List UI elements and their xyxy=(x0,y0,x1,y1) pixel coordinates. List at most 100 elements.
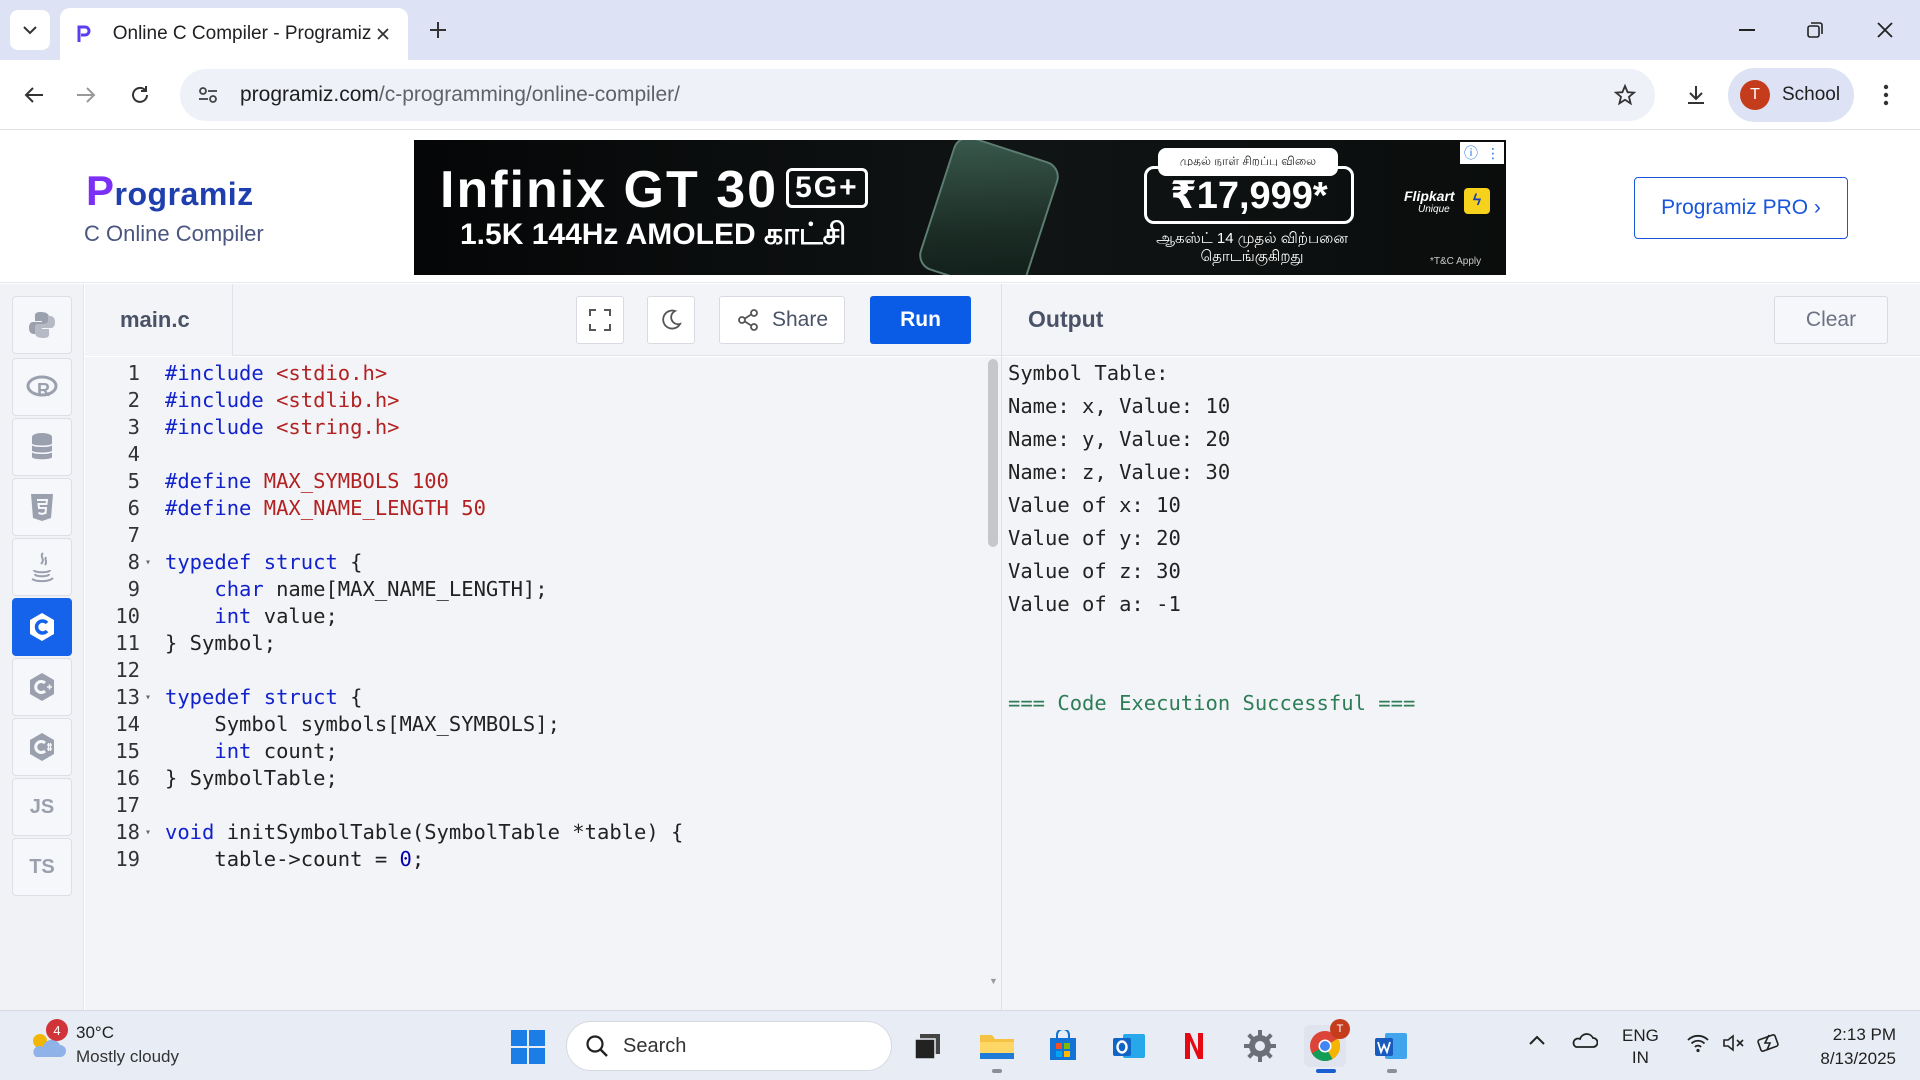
editor-scrollbar[interactable] xyxy=(988,359,998,547)
windows-taskbar: 4 30°C Mostly cloudy Search T ENG IN 2:1… xyxy=(0,1010,1920,1080)
download-icon xyxy=(1688,86,1704,104)
sidebar-item-cpp[interactable] xyxy=(12,658,72,716)
task-view-button[interactable] xyxy=(907,1025,949,1067)
c-language-icon xyxy=(30,613,54,641)
tab-title: Online C Compiler - Programiz xyxy=(112,23,372,44)
weather-temperature[interactable]: 30°C xyxy=(76,1023,114,1043)
r-language-icon: R xyxy=(26,375,58,400)
reload-button[interactable] xyxy=(120,75,160,115)
moon-icon xyxy=(662,309,682,330)
sidebar-item-r[interactable]: R xyxy=(12,358,72,416)
advertisement-banner[interactable]: Infinix GT 30 5G+ 1.5K 144Hz AMOLED காட்ச… xyxy=(414,140,1506,275)
ad-info-icon[interactable]: ⓘ xyxy=(1464,143,1478,163)
word-button[interactable] xyxy=(1370,1025,1412,1067)
address-bar[interactable]: programiz.com/c-programming/online-compi… xyxy=(180,69,1655,121)
sidebar-item-js[interactable]: JS xyxy=(12,778,72,836)
code-editor[interactable]: 1 #include <stdio.h> 2 #include <stdlib.h>… xyxy=(85,357,1001,1010)
output-line: Value of y: 20 xyxy=(1008,526,1181,550)
netflix-button[interactable] xyxy=(1173,1025,1215,1067)
gear-icon xyxy=(1244,1030,1276,1062)
bookmark-star-icon[interactable] xyxy=(1609,79,1641,111)
sidebar-item-c[interactable] xyxy=(12,598,72,656)
language-code: ENG xyxy=(1622,1026,1659,1045)
windows-logo-icon xyxy=(511,1030,545,1064)
chevron-up-icon xyxy=(1529,1035,1545,1045)
url-host: programiz.com xyxy=(240,83,379,106)
sidebar-item-java[interactable] xyxy=(12,538,72,596)
ts-label: TS xyxy=(29,855,55,878)
execution-status: === Code Execution Successful === xyxy=(1008,691,1416,715)
flipkart-logo-icon: ϟ xyxy=(1464,188,1490,214)
microsoft-store-button[interactable] xyxy=(1042,1025,1084,1067)
browser-tab-active[interactable]: Online C Compiler - Programiz xyxy=(60,8,408,60)
input-language-indicator[interactable]: ENG IN xyxy=(1622,1025,1659,1069)
share-icon xyxy=(738,309,758,331)
dark-mode-button[interactable] xyxy=(647,296,695,344)
file-tab[interactable]: main.c xyxy=(85,284,233,356)
browser-tab-strip: Online C Compiler - Programiz xyxy=(0,0,1920,60)
ad-menu-icon[interactable]: ⋮ xyxy=(1486,145,1500,162)
wifi-icon[interactable] xyxy=(1686,1033,1710,1058)
fullscreen-icon xyxy=(589,309,611,331)
ad-info-icons[interactable]: ⓘ ⋮ xyxy=(1460,142,1504,164)
run-button[interactable]: Run xyxy=(870,296,971,344)
js-label: JS xyxy=(29,795,55,818)
language-sidebar: R JS TS xyxy=(0,284,84,1010)
code-token: <stdlib.h> xyxy=(263,388,400,412)
sidebar-item-csharp[interactable] xyxy=(12,718,72,776)
scroll-down-arrow-icon[interactable]: ▼ xyxy=(989,976,998,986)
share-button[interactable]: Share xyxy=(719,296,845,344)
outlook-button[interactable] xyxy=(1108,1025,1150,1067)
volume-muted-icon[interactable] xyxy=(1722,1033,1746,1058)
clear-button[interactable]: Clear xyxy=(1774,296,1888,344)
downloads-button[interactable] xyxy=(1676,75,1716,115)
show-hidden-icons-button[interactable] xyxy=(1528,1031,1546,1051)
browser-menu-button[interactable] xyxy=(1866,75,1906,115)
store-icon xyxy=(1050,1030,1076,1060)
ad-subtitle: 1.5K 144Hz AMOLED காட்சி xyxy=(460,218,847,251)
outlook-icon xyxy=(1113,1034,1145,1058)
sidebar-item-python[interactable] xyxy=(12,296,72,354)
editor-toolbar: main.c Share Run xyxy=(85,284,1001,356)
code-token: <string.h> xyxy=(263,415,400,439)
settings-button[interactable] xyxy=(1239,1025,1281,1067)
restore-button[interactable] xyxy=(1792,12,1838,48)
code-token: ; xyxy=(411,847,425,871)
ad-title: Infinix GT 30 5G+ xyxy=(440,160,868,220)
close-tab-icon[interactable] xyxy=(371,22,394,46)
battery-charging-icon[interactable] xyxy=(1756,1031,1782,1058)
sidebar-item-ts[interactable]: TS xyxy=(12,838,72,896)
taskbar-search[interactable]: Search xyxy=(566,1021,892,1071)
code-text: table->count = 0; xyxy=(165,843,424,876)
system-clock[interactable]: 2:13 PM 8/13/2025 xyxy=(1800,1023,1896,1071)
output-console[interactable]: Symbol Table: Name: x, Value: 10 Name: y… xyxy=(1002,357,1920,1010)
tab-search-button[interactable] xyxy=(10,10,50,50)
programiz-pro-button[interactable]: Programiz PRO › xyxy=(1634,177,1848,239)
sidebar-item-html[interactable] xyxy=(12,478,72,536)
output-line: Symbol Table: xyxy=(1008,361,1169,385)
output-line: Value of x: 10 xyxy=(1008,493,1181,517)
minimize-button[interactable] xyxy=(1724,12,1770,48)
cpp-icon xyxy=(30,673,54,701)
start-button[interactable] xyxy=(510,1029,546,1065)
site-info-icon[interactable] xyxy=(186,73,230,117)
close-window-button[interactable] xyxy=(1862,12,1908,48)
sidebar-item-sql[interactable] xyxy=(12,418,72,476)
weather-description[interactable]: Mostly cloudy xyxy=(76,1047,179,1067)
profile-button[interactable]: T School xyxy=(1728,68,1854,122)
task-view-icon xyxy=(914,1034,940,1060)
file-explorer-button[interactable] xyxy=(976,1025,1018,1067)
close-icon xyxy=(1877,22,1893,38)
more-vertical-icon xyxy=(1883,84,1889,106)
folder-icon xyxy=(980,1035,1014,1059)
chevron-down-icon xyxy=(23,26,37,35)
programiz-logo[interactable]: Programiz xyxy=(86,167,254,215)
code-token: typedef struct xyxy=(165,550,338,574)
forward-button[interactable] xyxy=(66,75,106,115)
onedrive-button[interactable] xyxy=(1570,1029,1599,1054)
fullscreen-button[interactable] xyxy=(576,296,624,344)
code-token: #include xyxy=(165,388,264,412)
new-tab-button[interactable] xyxy=(422,14,454,46)
back-button[interactable] xyxy=(14,75,54,115)
